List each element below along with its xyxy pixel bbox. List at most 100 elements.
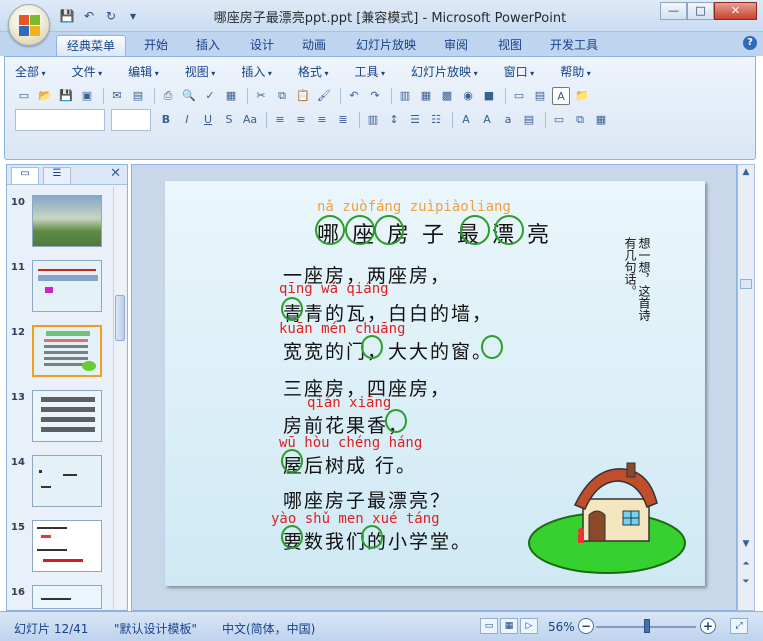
outline-tab-icon[interactable]: ☰	[43, 167, 71, 184]
shadow-icon[interactable]: S	[220, 111, 238, 129]
email-icon[interactable]: ✉	[108, 87, 126, 105]
design-template[interactable]: "默认设计模板"	[114, 620, 197, 637]
slides-tab-icon[interactable]: ▭	[11, 167, 39, 184]
slide-vertical-scrollbar[interactable]: ▲ ▼ ⏶ ⏷	[737, 164, 755, 611]
thumbnail-row[interactable]: 10	[7, 195, 115, 255]
tab-classic-menu[interactable]: 经典菜单	[56, 35, 127, 56]
help-icon[interactable]: ?	[743, 36, 757, 50]
new-slide-icon[interactable]: ▭	[510, 87, 528, 105]
tab-home[interactable]: 开始	[134, 35, 178, 56]
bullets-icon[interactable]: ☰	[406, 111, 424, 129]
maximize-button[interactable]: □	[687, 2, 714, 20]
justify-icon[interactable]: ≣	[334, 111, 352, 129]
undo-icon[interactable]: ↶	[345, 87, 363, 105]
color-icon[interactable]: ■	[480, 87, 498, 105]
slide-thumbnail[interactable]	[32, 585, 102, 609]
redo-icon[interactable]: ↷	[366, 87, 384, 105]
new-file-icon[interactable]: ▭	[15, 87, 33, 105]
format-painter-icon[interactable]: 🖌	[315, 87, 333, 105]
tab-developer[interactable]: 开发工具	[540, 35, 608, 56]
office-button[interactable]	[8, 4, 50, 46]
font-color-icon[interactable]: A	[457, 111, 475, 129]
grow-font-icon[interactable]: A	[478, 111, 496, 129]
tab-slideshow[interactable]: 幻灯片放映	[346, 35, 426, 56]
align-center-icon[interactable]: ≡	[292, 111, 310, 129]
spelling-icon[interactable]: ✓	[201, 87, 219, 105]
shape-fill-icon[interactable]: ▭	[550, 111, 568, 129]
numbering-icon[interactable]: ☷	[427, 111, 445, 129]
menu-window[interactable]: 窗口	[504, 63, 535, 81]
scroll-up-icon[interactable]: ▲	[740, 167, 752, 177]
font-color-box-icon[interactable]: A	[552, 87, 570, 105]
zoom-in-icon[interactable]: +	[700, 618, 716, 634]
character-spacing-icon[interactable]: Aa	[241, 111, 259, 129]
previous-slide-icon[interactable]: ⏶	[740, 559, 752, 569]
text-direction-icon[interactable]: ▤	[520, 111, 538, 129]
thumbnail-scrollbar[interactable]	[113, 187, 125, 609]
quick-styles-icon[interactable]: ▦	[592, 111, 610, 129]
undo-icon[interactable]: ↶	[80, 7, 98, 25]
tab-insert[interactable]: 插入	[186, 35, 230, 56]
paste-icon[interactable]: 📋	[294, 87, 312, 105]
next-slide-icon[interactable]: ⏷	[740, 577, 752, 587]
normal-view-icon[interactable]: ▭	[480, 618, 498, 634]
zoom-slider-handle[interactable]	[644, 619, 650, 633]
insert-table-icon[interactable]: ▦	[417, 87, 435, 105]
menu-tools[interactable]: 工具	[354, 63, 385, 81]
zoom-level[interactable]: 56%	[548, 620, 575, 634]
align-left-icon[interactable]: ≡	[271, 111, 289, 129]
scroll-down-icon[interactable]: ▼	[740, 539, 752, 549]
save-icon[interactable]: 💾	[58, 7, 76, 25]
font-size-combo[interactable]	[111, 109, 151, 131]
tab-review[interactable]: 审阅	[434, 35, 478, 56]
shrink-font-icon[interactable]: a	[499, 111, 517, 129]
slide-thumbnail[interactable]	[32, 195, 102, 247]
slide-canvas[interactable]: nǎ zuòfáng zuìpiàoliang 哪 座 房 子 最 漂 亮 想一…	[165, 181, 705, 586]
insert-smartart-icon[interactable]: ◉	[459, 87, 477, 105]
columns-icon[interactable]: ▥	[364, 111, 382, 129]
line-spacing-icon[interactable]: ↕	[385, 111, 403, 129]
tab-animation[interactable]: 动画	[292, 35, 336, 56]
menu-file[interactable]: 文件	[72, 63, 103, 81]
copy-icon[interactable]: ⧉	[273, 87, 291, 105]
align-right-icon[interactable]: ≡	[313, 111, 331, 129]
research-icon[interactable]: ▦	[222, 87, 240, 105]
save-icon[interactable]: 💾	[57, 87, 75, 105]
menu-all[interactable]: 全部	[15, 63, 46, 81]
menu-view[interactable]: 视图	[185, 63, 216, 81]
print-preview-icon[interactable]: 🔍	[180, 87, 198, 105]
thumbnail-row[interactable]: 11	[7, 260, 115, 320]
thumbnail-row[interactable]: 13	[7, 390, 115, 450]
arrange-icon[interactable]: ⧉	[571, 111, 589, 129]
print-icon[interactable]: ⎙	[159, 87, 177, 105]
menu-slideshow[interactable]: 幻灯片放映	[411, 63, 478, 81]
underline-icon[interactable]: U	[199, 111, 217, 129]
pdf-icon[interactable]: ▤	[129, 87, 147, 105]
bold-icon[interactable]: B	[157, 111, 175, 129]
zoom-out-icon[interactable]: −	[578, 618, 594, 634]
slideshow-view-icon[interactable]: ▷	[520, 618, 538, 634]
customize-toolbar-icon[interactable]: ▾	[124, 7, 142, 25]
thumbnail-row[interactable]: 14	[7, 455, 115, 515]
cut-icon[interactable]: ✂	[252, 87, 270, 105]
tab-view[interactable]: 视图	[488, 35, 532, 56]
open-folder-icon[interactable]: 📂	[36, 87, 54, 105]
close-button[interactable]: ✕	[714, 2, 757, 20]
menu-format[interactable]: 格式	[298, 63, 329, 81]
insert-chart-icon[interactable]: ▥	[396, 87, 414, 105]
folder-icon[interactable]: 📁	[573, 87, 591, 105]
fit-to-window-icon[interactable]: ⤢	[730, 618, 748, 634]
thumbnail-row[interactable]: 15	[7, 520, 115, 580]
slide-sorter-view-icon[interactable]: ▦	[500, 618, 518, 634]
scrollbar-thumb[interactable]	[740, 279, 752, 289]
layout-icon[interactable]: ▤	[531, 87, 549, 105]
slide-thumbnail-selected[interactable]	[32, 325, 102, 377]
slide-thumbnail[interactable]	[32, 260, 102, 312]
italic-icon[interactable]: I	[178, 111, 196, 129]
insert-picture-icon[interactable]: ▩	[438, 87, 456, 105]
slide-thumbnail[interactable]	[32, 455, 102, 507]
permission-icon[interactable]: ▣	[78, 87, 96, 105]
thumbnail-row[interactable]: 12	[7, 325, 115, 385]
font-name-combo[interactable]	[15, 109, 105, 131]
scrollbar-thumb[interactable]	[115, 295, 125, 341]
